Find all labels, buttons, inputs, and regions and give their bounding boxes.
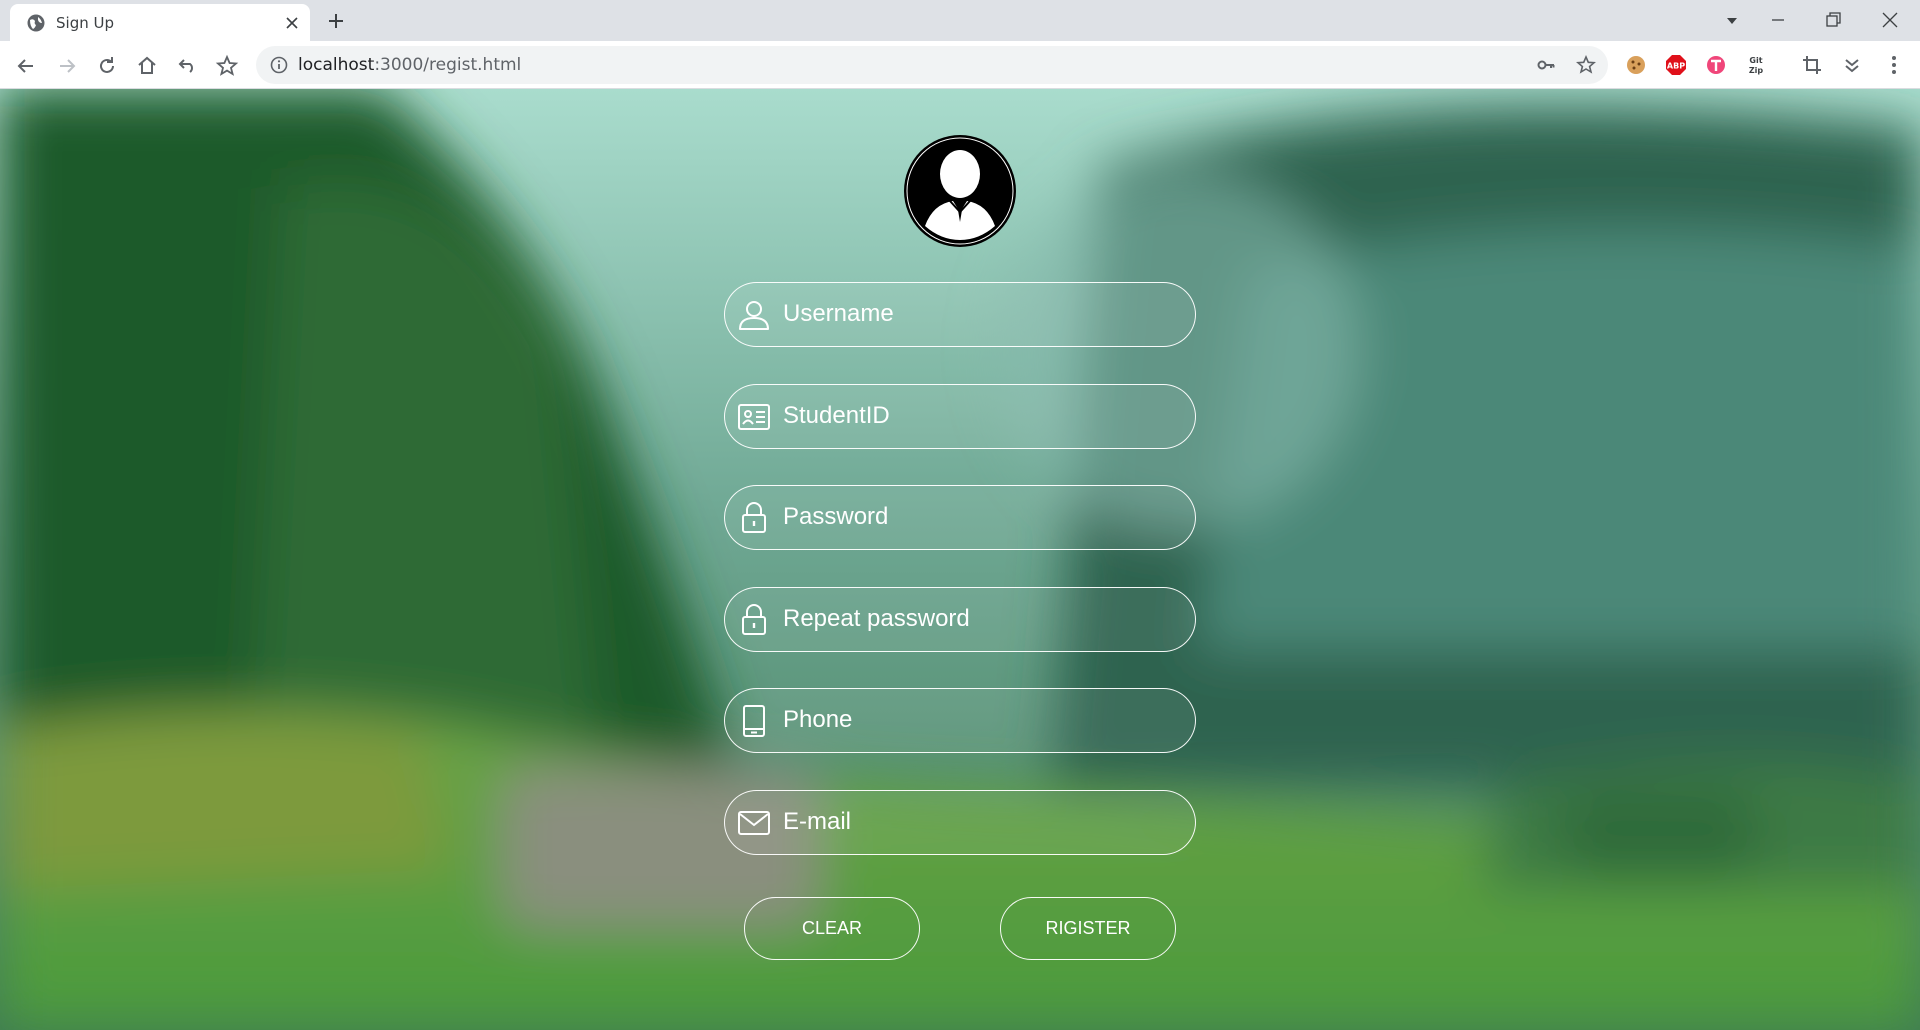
tab-strip: Sign Up (0, 0, 1920, 41)
browser-toolbar: localhost:3000/regist.html ABP Git Zip (0, 41, 1920, 89)
username-input[interactable] (783, 283, 1183, 345)
url-path: :3000/regist.html (374, 55, 522, 75)
undo-close-icon[interactable] (175, 54, 199, 78)
avatar-icon (904, 135, 1016, 247)
phone-input[interactable] (783, 689, 1183, 751)
studentid-field[interactable] (724, 384, 1196, 449)
url-text[interactable]: localhost:3000/regist.html (298, 55, 521, 75)
home-icon[interactable] (135, 54, 159, 78)
lock-icon (742, 604, 766, 635)
globe-icon (27, 14, 45, 32)
address-bar[interactable]: localhost:3000/regist.html (256, 46, 1608, 84)
cookie-extension-icon[interactable] (1624, 53, 1648, 77)
url-host: localhost (298, 55, 375, 75)
chevron-down-icon[interactable] (1840, 53, 1864, 77)
email-input[interactable] (783, 791, 1183, 853)
close-window-icon[interactable] (1880, 10, 1900, 30)
clear-button[interactable]: CLEAR (744, 897, 920, 960)
register-button[interactable]: RIGISTER (1000, 897, 1176, 960)
reload-icon[interactable] (95, 54, 119, 78)
username-field[interactable] (724, 282, 1196, 347)
star-icon[interactable] (1576, 55, 1596, 75)
t-extension-icon[interactable] (1704, 53, 1728, 77)
minimize-icon[interactable] (1768, 10, 1788, 30)
phone-field[interactable] (724, 688, 1196, 753)
repeat-password-input[interactable] (783, 588, 1183, 650)
svg-text:Git: Git (1749, 56, 1762, 65)
tab-title: Sign Up (56, 14, 114, 32)
browser-tab[interactable]: Sign Up (10, 4, 310, 41)
crop-icon[interactable] (1800, 53, 1824, 77)
key-icon[interactable] (1536, 55, 1556, 75)
gitzip-extension-icon[interactable]: Git Zip (1744, 53, 1768, 77)
password-field[interactable] (724, 485, 1196, 550)
tab-search-icon[interactable] (1722, 10, 1742, 30)
restore-icon[interactable] (1823, 10, 1843, 30)
svg-text:ABP: ABP (1667, 62, 1685, 71)
mail-icon (738, 811, 770, 835)
studentid-input[interactable] (783, 385, 1183, 447)
tablet-icon (743, 705, 765, 737)
email-field[interactable] (724, 790, 1196, 855)
new-tab-icon[interactable] (326, 11, 346, 31)
password-input[interactable] (783, 486, 1183, 548)
close-tab-icon[interactable] (284, 15, 300, 31)
svg-text:Zip: Zip (1749, 66, 1764, 75)
bookmark-star-icon[interactable] (215, 54, 239, 78)
forward-icon[interactable] (55, 54, 79, 78)
id-card-icon (738, 404, 770, 430)
more-menu-icon[interactable] (1882, 53, 1906, 77)
adblock-extension-icon[interactable]: ABP (1664, 53, 1688, 77)
back-icon[interactable] (14, 54, 38, 78)
page-viewport: CLEAR RIGISTER (0, 89, 1920, 1030)
site-info-icon[interactable] (270, 56, 288, 74)
lock-icon (742, 502, 766, 533)
repeat-password-field[interactable] (724, 587, 1196, 652)
user-icon (739, 301, 769, 330)
